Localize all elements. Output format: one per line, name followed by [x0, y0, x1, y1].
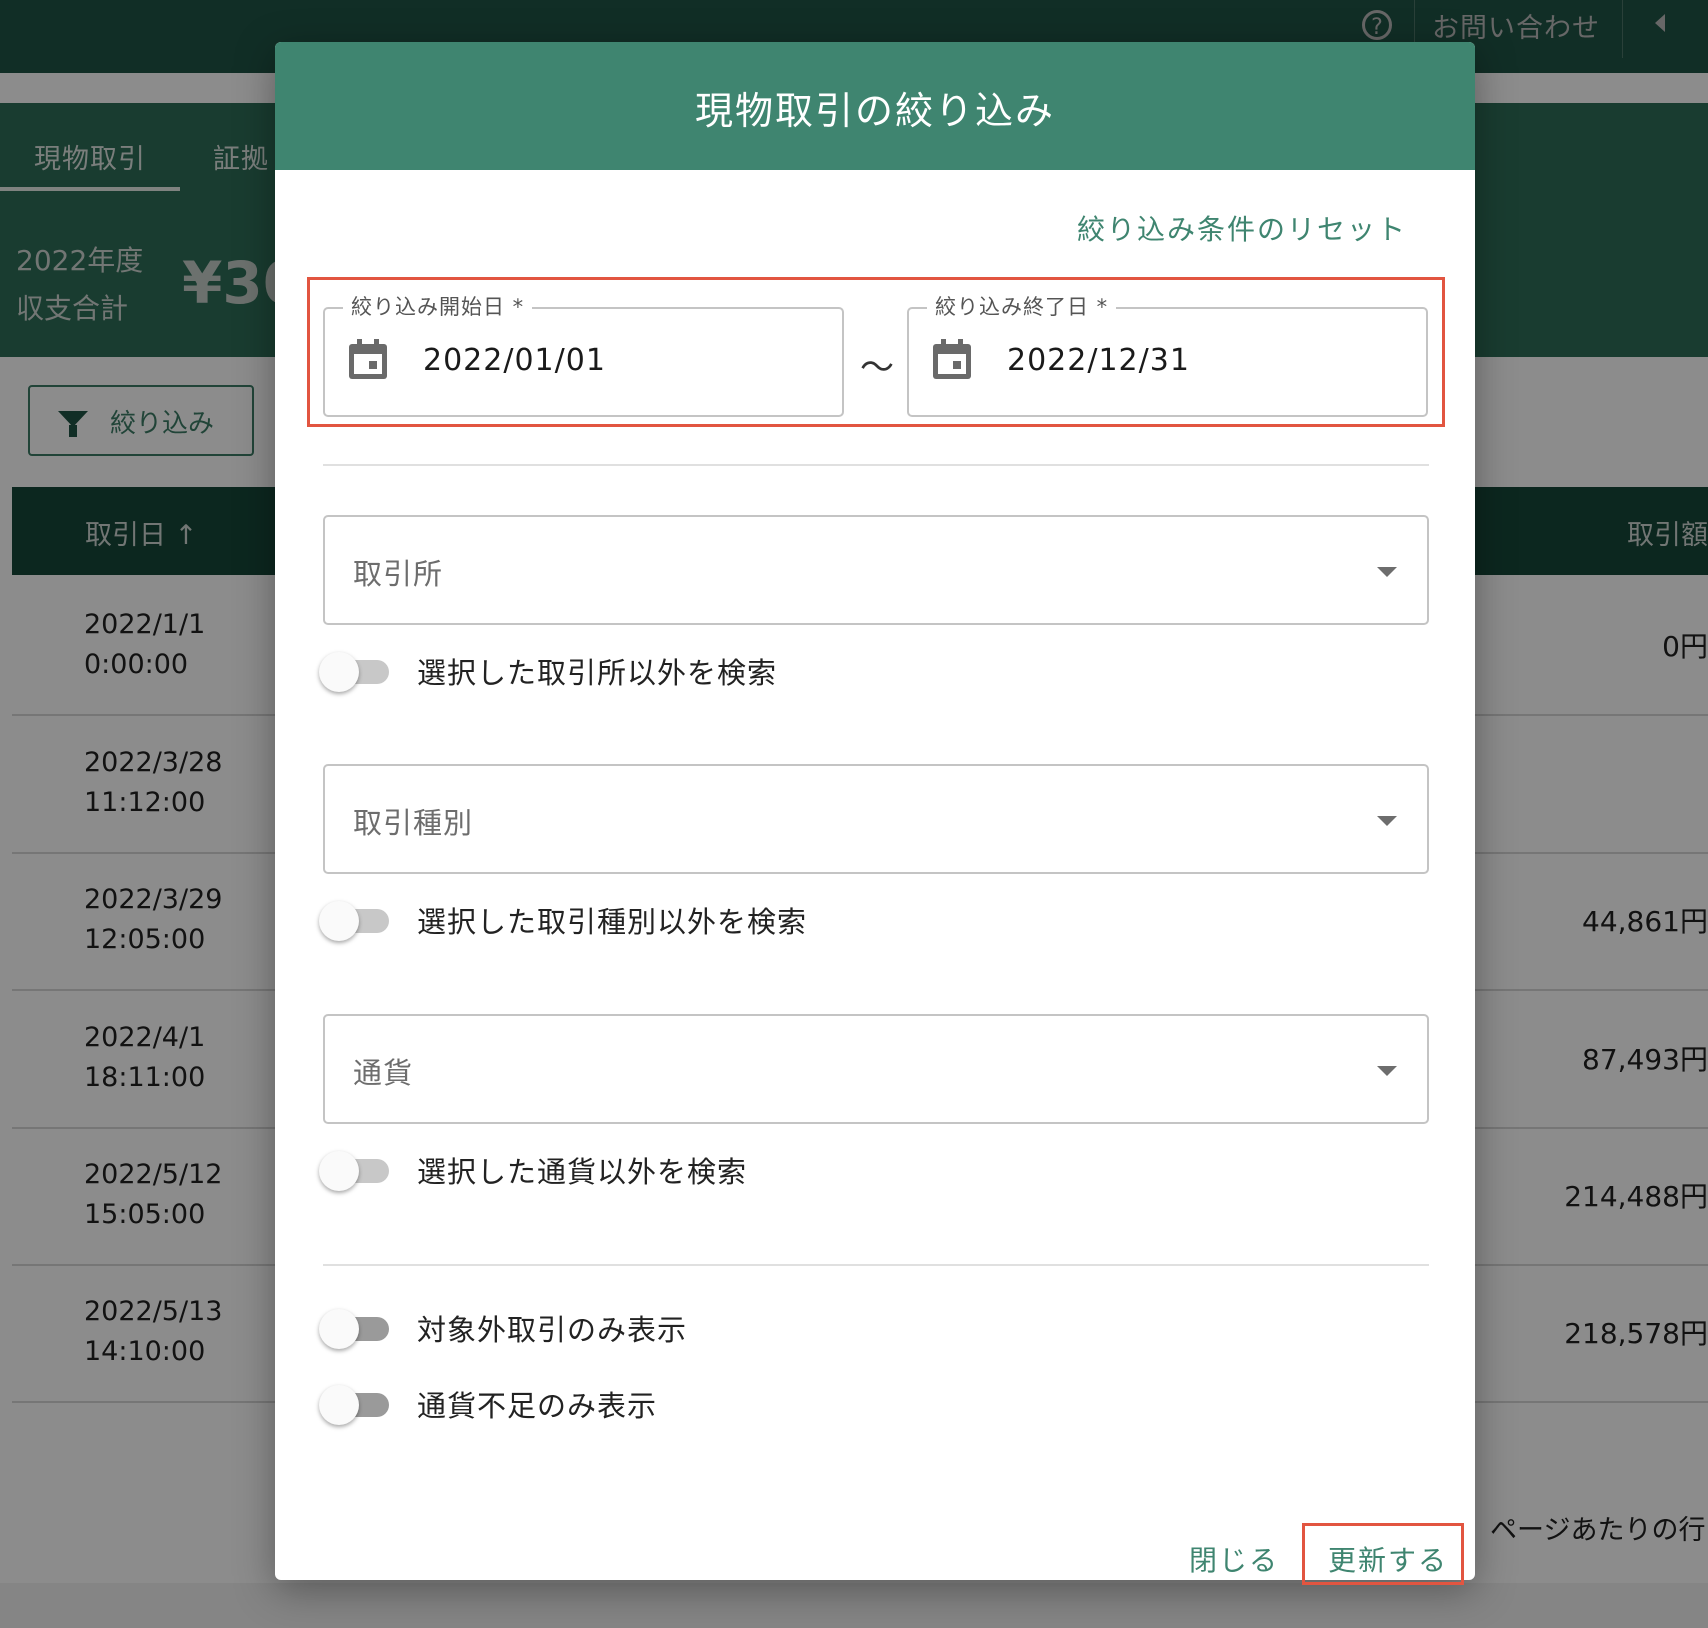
trade-type-select[interactable]: 取引種別 [323, 764, 1429, 874]
only-shortage-toggle[interactable] [319, 1383, 395, 1425]
chevron-down-icon [1377, 816, 1397, 826]
dialog-title: 現物取引の絞り込み [694, 89, 1055, 133]
only-shortage-label: 通貨不足のみ表示 [417, 1389, 658, 1423]
exchange-select-placeholder: 取引所 [353, 557, 444, 591]
currency-select[interactable]: 通貨 [323, 1014, 1429, 1124]
only-excluded-toggle[interactable] [319, 1307, 395, 1349]
start-date-label: 絞り込み開始日 * [343, 291, 533, 321]
start-date-value: 2022/01/01 [423, 343, 606, 378]
chevron-down-icon [1377, 567, 1397, 577]
end-date-field[interactable]: 絞り込み終了日 * 2022/12/31 [907, 291, 1428, 417]
exchange-select[interactable]: 取引所 [323, 515, 1429, 625]
chevron-down-icon [1377, 1066, 1397, 1076]
date-range-separator: 〜 [860, 348, 894, 388]
dialog-header: 現物取引の絞り込み [275, 42, 1475, 170]
start-date-field[interactable]: 絞り込み開始日 * 2022/01/01 [323, 291, 844, 417]
calendar-icon[interactable] [933, 339, 971, 379]
exclude-currency-label: 選択した通貨以外を検索 [417, 1155, 748, 1189]
only-excluded-label: 対象外取引のみ表示 [417, 1313, 688, 1347]
exclude-currency-toggle[interactable] [319, 1149, 395, 1191]
exclude-trade-type-label: 選択した取引種別以外を検索 [417, 905, 808, 939]
currency-select-placeholder: 通貨 [353, 1056, 414, 1090]
exclude-exchange-label: 選択した取引所以外を検索 [417, 656, 778, 690]
close-button[interactable]: 閉じる [1189, 1539, 1279, 1579]
section-divider [323, 1264, 1429, 1266]
reset-filters-link[interactable]: 絞り込み条件のリセット [1077, 208, 1407, 248]
section-divider [323, 464, 1429, 466]
exclude-exchange-toggle[interactable] [319, 650, 395, 692]
end-date-label: 絞り込み終了日 * [927, 291, 1117, 321]
filter-dialog: 現物取引の絞り込み 絞り込み条件のリセット 絞り込み開始日 * 2022/01/… [275, 42, 1475, 1580]
exclude-trade-type-toggle[interactable] [319, 899, 395, 941]
trade-type-select-placeholder: 取引種別 [353, 806, 474, 840]
calendar-icon[interactable] [349, 339, 387, 379]
end-date-value: 2022/12/31 [1007, 343, 1190, 378]
update-button[interactable]: 更新する [1328, 1539, 1448, 1579]
